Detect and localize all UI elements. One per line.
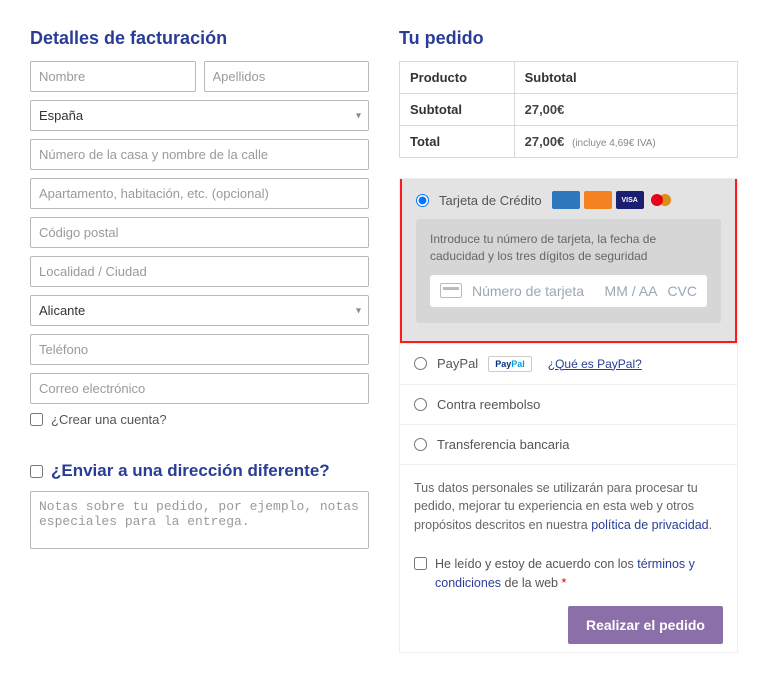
ship-diff-checkbox[interactable] xyxy=(30,465,43,478)
order-notes-input[interactable] xyxy=(30,491,369,549)
card-icon xyxy=(440,283,462,298)
bank-radio[interactable] xyxy=(414,438,427,451)
amex-icon xyxy=(552,191,580,209)
payment-methods: Tarjeta de Crédito VISA Introduce tu núm… xyxy=(399,178,738,653)
terms-checkbox[interactable] xyxy=(414,557,427,570)
ship-diff-title: ¿Enviar a una dirección diferente? xyxy=(51,461,330,481)
phone-input[interactable] xyxy=(30,334,369,365)
cc-radio[interactable] xyxy=(416,194,429,207)
cc-input-row[interactable]: Número de tarjeta MM / AA CVC xyxy=(430,275,707,307)
mastercard-icon xyxy=(648,191,676,209)
paypal-what-link[interactable]: ¿Qué es PayPal? xyxy=(548,357,642,371)
payment-cod[interactable]: Contra reembolso xyxy=(400,384,737,424)
cod-label: Contra reembolso xyxy=(437,397,540,412)
paypal-radio[interactable] xyxy=(414,357,427,370)
cc-logos: VISA xyxy=(552,191,676,209)
cc-desc: Introduce tu número de tarjeta, la fecha… xyxy=(430,231,707,265)
cc-exp-ph: MM / AA xyxy=(605,283,658,299)
billing-title: Detalles de facturación xyxy=(30,28,369,49)
first-name-input[interactable] xyxy=(30,61,196,92)
tax-note: (incluye 4,69€ IVA) xyxy=(572,138,656,149)
order-title: Tu pedido xyxy=(399,28,738,49)
total-value: 27,00€ xyxy=(525,134,565,149)
cc-cvc-ph: CVC xyxy=(667,283,697,299)
payment-credit-card[interactable]: Tarjeta de Crédito VISA Introduce tu núm… xyxy=(400,179,737,343)
discover-icon xyxy=(584,191,612,209)
province-select[interactable]: Alicante xyxy=(30,295,369,326)
row-total-label: Total xyxy=(400,126,515,158)
postcode-input[interactable] xyxy=(30,217,369,248)
create-account-row[interactable]: ¿Crear una cuenta? xyxy=(30,412,369,427)
row-subtotal-label: Subtotal xyxy=(400,94,515,126)
last-name-input[interactable] xyxy=(204,61,370,92)
city-input[interactable] xyxy=(30,256,369,287)
email-input[interactable] xyxy=(30,373,369,404)
bank-label: Transferencia bancaria xyxy=(437,437,569,452)
col-product: Producto xyxy=(400,62,515,94)
address1-input[interactable] xyxy=(30,139,369,170)
cc-number-ph: Número de tarjeta xyxy=(472,283,595,299)
visa-icon: VISA xyxy=(616,191,644,209)
cc-label: Tarjeta de Crédito xyxy=(439,193,542,208)
payment-paypal[interactable]: PayPal PayPal ¿Qué es PayPal? xyxy=(400,343,737,384)
create-account-label: ¿Crear una cuenta? xyxy=(51,412,167,427)
paypal-label: PayPal xyxy=(437,356,478,371)
address2-input[interactable] xyxy=(30,178,369,209)
privacy-text: Tus datos personales se utilizarán para … xyxy=(400,464,737,549)
country-select[interactable]: España xyxy=(30,100,369,131)
payment-bank[interactable]: Transferencia bancaria xyxy=(400,424,737,464)
paypal-icon: PayPal xyxy=(488,356,532,372)
create-account-checkbox[interactable] xyxy=(30,413,43,426)
col-subtotal: Subtotal xyxy=(514,62,737,94)
cod-radio[interactable] xyxy=(414,398,427,411)
privacy-link[interactable]: política de privacidad xyxy=(591,518,708,532)
order-summary-table: Producto Subtotal Subtotal 27,00€ Total … xyxy=(399,61,738,158)
place-order-button[interactable]: Realizar el pedido xyxy=(568,606,723,644)
subtotal-value: 27,00€ xyxy=(525,102,565,117)
